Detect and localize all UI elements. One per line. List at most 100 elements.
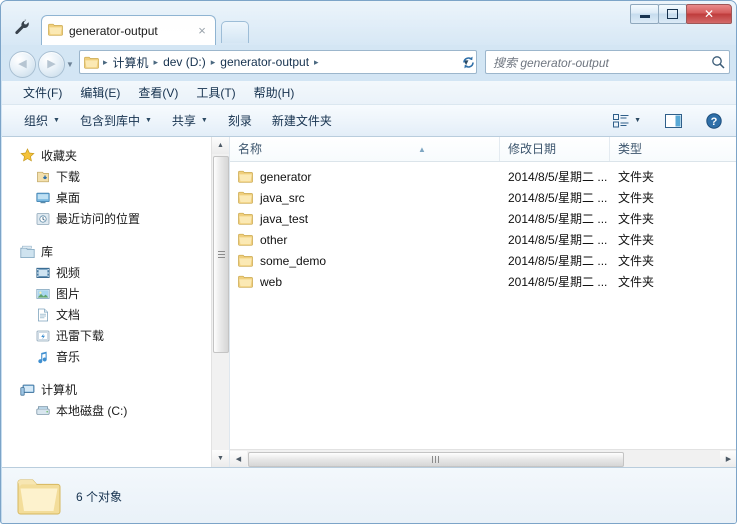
- command-toolbar: 组织 ▼ 包含到库中 ▼ 共享 ▼ 刻录 新建文件夹 ▼ ?: [2, 105, 736, 137]
- nav-group-computer[interactable]: 计算机: [2, 379, 229, 400]
- menu-item-tools[interactable]: 工具(T): [187, 82, 244, 103]
- column-header-type[interactable]: 类型: [610, 137, 730, 161]
- menu-item-edit[interactable]: 编辑(E): [71, 82, 129, 103]
- preview-pane-button[interactable]: [660, 111, 687, 131]
- share-label: 共享: [171, 114, 196, 128]
- preview-pane-icon: [665, 113, 682, 128]
- column-header-date[interactable]: 修改日期: [500, 137, 610, 161]
- table-row[interactable]: java_src 2014/8/5/星期二 ... 文件夹: [230, 187, 736, 208]
- forward-icon: ▶: [47, 58, 56, 70]
- breadcrumb-item-computer[interactable]: 计算机: [110, 52, 152, 73]
- burn-button[interactable]: 刻录: [218, 108, 262, 133]
- refresh-icon[interactable]: [459, 53, 477, 71]
- cell-type: 文件夹: [618, 191, 655, 205]
- nav-group-libraries[interactable]: 库: [2, 241, 229, 262]
- nav-buttons: ◀ ▶ ▼: [9, 51, 75, 78]
- downloads-icon: [36, 170, 50, 184]
- history-dropdown-icon[interactable]: ▼: [65, 60, 75, 69]
- breadcrumb-separator[interactable]: ▸: [209, 57, 218, 68]
- table-row[interactable]: java_test 2014/8/5/星期二 ... 文件夹: [230, 208, 736, 229]
- forward-button[interactable]: ▶: [38, 51, 65, 78]
- file-name: java_test: [260, 211, 309, 226]
- sidebar-item-music[interactable]: 音乐: [2, 346, 229, 367]
- nav-label: 库: [41, 245, 54, 259]
- cell-name: some_demo: [230, 254, 500, 268]
- file-list-hscrollbar[interactable]: ◀ ▶: [230, 449, 736, 467]
- folder-icon: [238, 275, 253, 288]
- nav-label: 音乐: [56, 350, 81, 364]
- file-name: java_src: [260, 190, 305, 205]
- organize-button[interactable]: 组织 ▼: [14, 108, 70, 133]
- nav-label: 计算机: [41, 383, 78, 397]
- tab-label: generator-output: [69, 23, 158, 38]
- search-icon[interactable]: [711, 55, 725, 69]
- chevron-down-icon: ▼: [53, 117, 60, 124]
- navigation-pane-scrollbar[interactable]: ▲ ▼: [211, 137, 229, 467]
- breadcrumb-item-drive[interactable]: dev (D:): [160, 53, 209, 71]
- sidebar-item-downloads[interactable]: 下载: [2, 166, 229, 187]
- sidebar-item-videos[interactable]: 视频: [2, 262, 229, 283]
- file-name: web: [260, 274, 283, 289]
- breadcrumb-item-folder[interactable]: generator-output: [217, 53, 312, 71]
- help-button[interactable]: ?: [701, 110, 727, 132]
- nav-group-favorites[interactable]: 收藏夹: [2, 145, 229, 166]
- wrench-icon[interactable]: [9, 15, 35, 39]
- tab-bar: generator-output × ✕: [1, 1, 736, 45]
- breadcrumb-separator[interactable]: ▸: [312, 57, 321, 68]
- breadcrumb-separator[interactable]: ▸: [152, 57, 161, 68]
- file-list-pane: 名称 ▲ 修改日期 类型 generator 2014/8/5/星期二 ... …: [230, 137, 736, 467]
- close-icon[interactable]: ×: [195, 24, 209, 38]
- sidebar-item-pictures[interactable]: 图片: [2, 283, 229, 304]
- address-bar[interactable]: ▸ 计算机 ▸ dev (D:) ▸ generator-output ▸ ▼: [79, 50, 477, 74]
- cell-name: java_test: [230, 212, 500, 226]
- sidebar-item-thunder-download[interactable]: 迅雷下载: [2, 325, 229, 346]
- scroll-down-icon[interactable]: ▼: [212, 450, 229, 467]
- status-bar: 6 个对象: [2, 468, 736, 523]
- scroll-right-icon[interactable]: ▶: [720, 450, 736, 467]
- new-tab-button[interactable]: [221, 21, 249, 43]
- table-row[interactable]: generator 2014/8/5/星期二 ... 文件夹: [230, 166, 736, 187]
- scrollbar-thumb[interactable]: [213, 156, 229, 353]
- folder-icon: [238, 170, 253, 183]
- folder-icon: [238, 212, 253, 225]
- navigation-tree: 收藏夹 下载 桌面 最近访问的位置 库 视频 图片 文档 迅雷下载 音乐 计算机…: [2, 137, 229, 421]
- menu-item-help[interactable]: 帮助(H): [245, 82, 304, 103]
- new-folder-button[interactable]: 新建文件夹: [262, 108, 342, 133]
- cell-date: 2014/8/5/星期二 ...: [508, 212, 608, 226]
- include-in-library-label: 包含到库中: [79, 114, 140, 128]
- search-input[interactable]: 搜索 generator-output: [493, 54, 711, 71]
- hscrollbar-track[interactable]: [247, 451, 720, 467]
- scroll-left-icon[interactable]: ◀: [230, 450, 247, 467]
- search-box[interactable]: 搜索 generator-output: [485, 50, 730, 74]
- include-in-library-button[interactable]: 包含到库中 ▼: [70, 108, 162, 133]
- sidebar-item-documents[interactable]: 文档: [2, 304, 229, 325]
- nav-label: 收藏夹: [41, 149, 78, 163]
- column-label: 名称: [238, 142, 263, 156]
- table-row[interactable]: other 2014/8/5/星期二 ... 文件夹: [230, 229, 736, 250]
- sidebar-item-local-disk-c[interactable]: 本地磁盘 (C:): [2, 400, 229, 421]
- drive-icon: [36, 404, 50, 418]
- menu-item-file[interactable]: 文件(F): [14, 82, 71, 103]
- sidebar-item-desktop[interactable]: 桌面: [2, 187, 229, 208]
- minimize-button[interactable]: [630, 4, 659, 24]
- table-row[interactable]: web 2014/8/5/星期二 ... 文件夹: [230, 271, 736, 292]
- breadcrumb-separator[interactable]: ▸: [101, 57, 110, 68]
- share-button[interactable]: 共享 ▼: [162, 108, 218, 133]
- recent-places-icon: [36, 212, 50, 226]
- view-mode-button[interactable]: ▼: [608, 111, 646, 131]
- tab-generator-output[interactable]: generator-output ×: [41, 15, 216, 45]
- sidebar-item-recent-places[interactable]: 最近访问的位置: [2, 208, 229, 229]
- hscrollbar-thumb[interactable]: [248, 451, 624, 467]
- maximize-button[interactable]: [658, 4, 687, 24]
- back-button[interactable]: ◀: [9, 51, 36, 78]
- scroll-up-icon[interactable]: ▲: [212, 137, 229, 154]
- nav-label: 图片: [56, 287, 81, 301]
- menu-item-view[interactable]: 查看(V): [129, 82, 187, 103]
- explorer-window: generator-output × ✕ ◀ ▶ ▼ ▸ 计算机 ▸ dev (…: [0, 0, 737, 524]
- close-button[interactable]: ✕: [686, 4, 732, 24]
- column-header-name[interactable]: 名称 ▲: [230, 137, 500, 161]
- large-folder-icon: [16, 476, 62, 516]
- table-row[interactable]: some_demo 2014/8/5/星期二 ... 文件夹: [230, 250, 736, 271]
